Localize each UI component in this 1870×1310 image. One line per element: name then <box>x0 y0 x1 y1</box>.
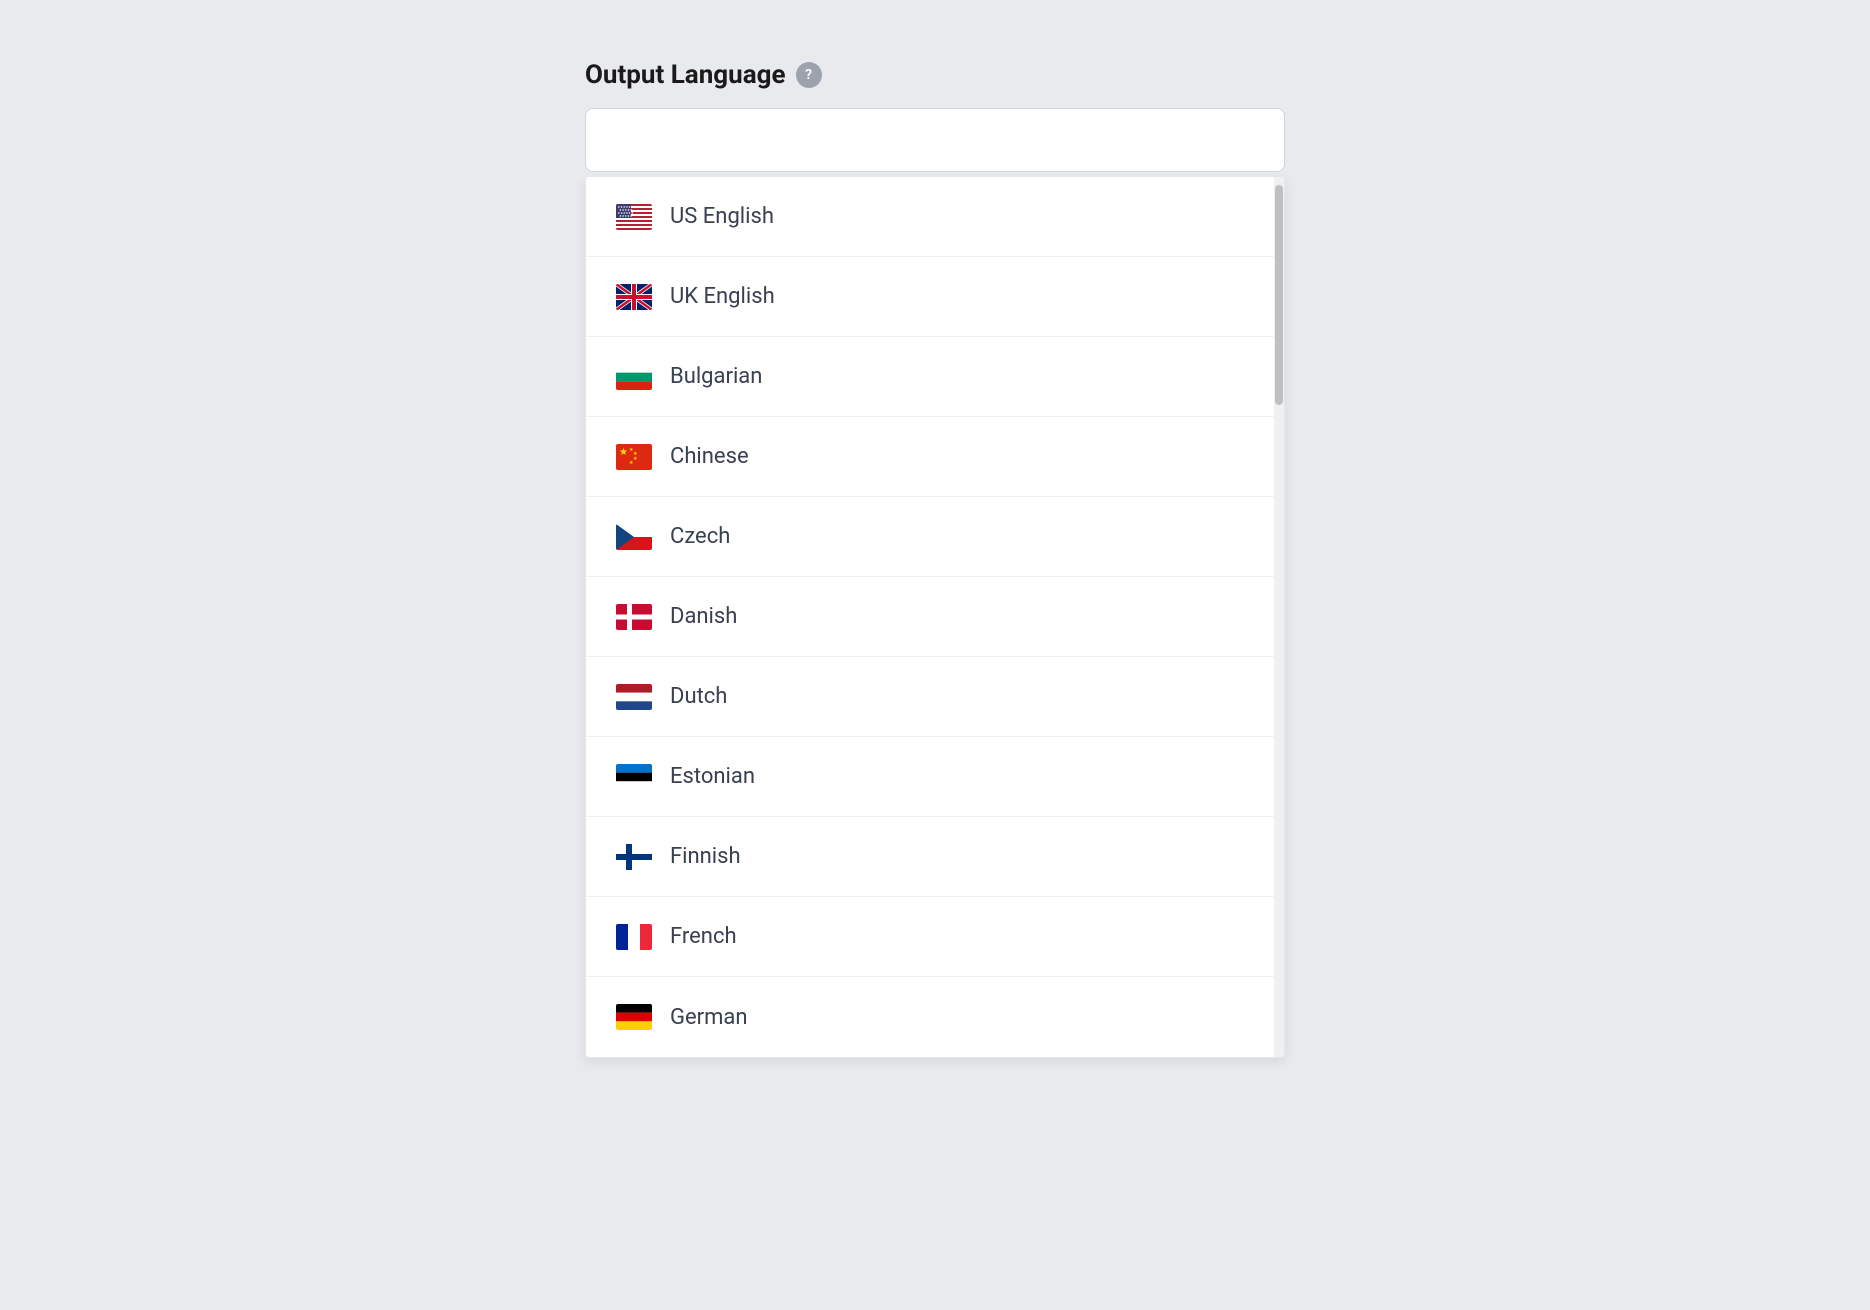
language-item-german[interactable]: German <box>586 977 1274 1057</box>
flag-fi <box>616 844 652 870</box>
svg-text:★: ★ <box>633 456 638 462</box>
flag-us: ★★★★★★ ★★★★★ ★★★★★★ ★★★★★ <box>616 204 652 230</box>
flag-nl <box>616 684 652 710</box>
language-item-estonian[interactable]: Estonian <box>586 737 1274 817</box>
scrollbar-thumb[interactable] <box>1275 185 1283 405</box>
language-item-chinese[interactable]: ★ ★ ★ ★ ★ Chinese <box>586 417 1274 497</box>
flag-de <box>616 1004 652 1030</box>
language-label-german: German <box>670 1005 748 1030</box>
language-item-danish[interactable]: Danish <box>586 577 1274 657</box>
language-items-container: ★★★★★★ ★★★★★ ★★★★★★ ★★★★★ US English <box>586 177 1274 1057</box>
section-title: Output Language <box>585 60 786 90</box>
flag-bg <box>616 364 652 390</box>
language-item-bulgarian[interactable]: Bulgarian <box>586 337 1274 417</box>
flag-ee <box>616 764 652 790</box>
language-item-czech[interactable]: Czech <box>586 497 1274 577</box>
language-label-czech: Czech <box>670 524 730 549</box>
search-input[interactable] <box>602 130 1268 151</box>
svg-text:★: ★ <box>629 460 634 466</box>
svg-text:★★★★★: ★★★★★ <box>619 214 633 218</box>
language-item-finnish[interactable]: Finnish <box>586 817 1274 897</box>
flag-fr <box>616 924 652 950</box>
language-item-french[interactable]: French <box>586 897 1274 977</box>
language-label-uk-english: UK English <box>670 284 775 309</box>
flag-cz <box>616 524 652 550</box>
language-label-danish: Danish <box>670 604 737 629</box>
language-label-us-english: US English <box>670 204 774 229</box>
flag-cn: ★ ★ ★ ★ ★ <box>616 444 652 470</box>
language-item-uk-english[interactable]: UK English <box>586 257 1274 337</box>
flag-dk <box>616 604 652 630</box>
section-header: Output Language ? <box>585 60 1285 90</box>
svg-text:★: ★ <box>619 447 628 458</box>
output-language-section: Output Language ? <box>585 60 1285 1058</box>
flag-gb <box>616 284 652 310</box>
language-dropdown-list: ★★★★★★ ★★★★★ ★★★★★★ ★★★★★ US English <box>585 176 1285 1058</box>
language-label-dutch: Dutch <box>670 684 727 709</box>
language-label-bulgarian: Bulgarian <box>670 364 762 389</box>
language-item-us-english[interactable]: ★★★★★★ ★★★★★ ★★★★★★ ★★★★★ US English <box>586 177 1274 257</box>
language-label-finnish: Finnish <box>670 844 741 869</box>
language-label-estonian: Estonian <box>670 764 755 789</box>
language-label-chinese: Chinese <box>670 444 749 469</box>
help-icon[interactable]: ? <box>796 62 822 88</box>
scrollbar-track[interactable] <box>1274 177 1284 1057</box>
search-input-wrapper[interactable] <box>585 108 1285 172</box>
language-item-dutch[interactable]: Dutch <box>586 657 1274 737</box>
language-label-french: French <box>670 924 737 949</box>
